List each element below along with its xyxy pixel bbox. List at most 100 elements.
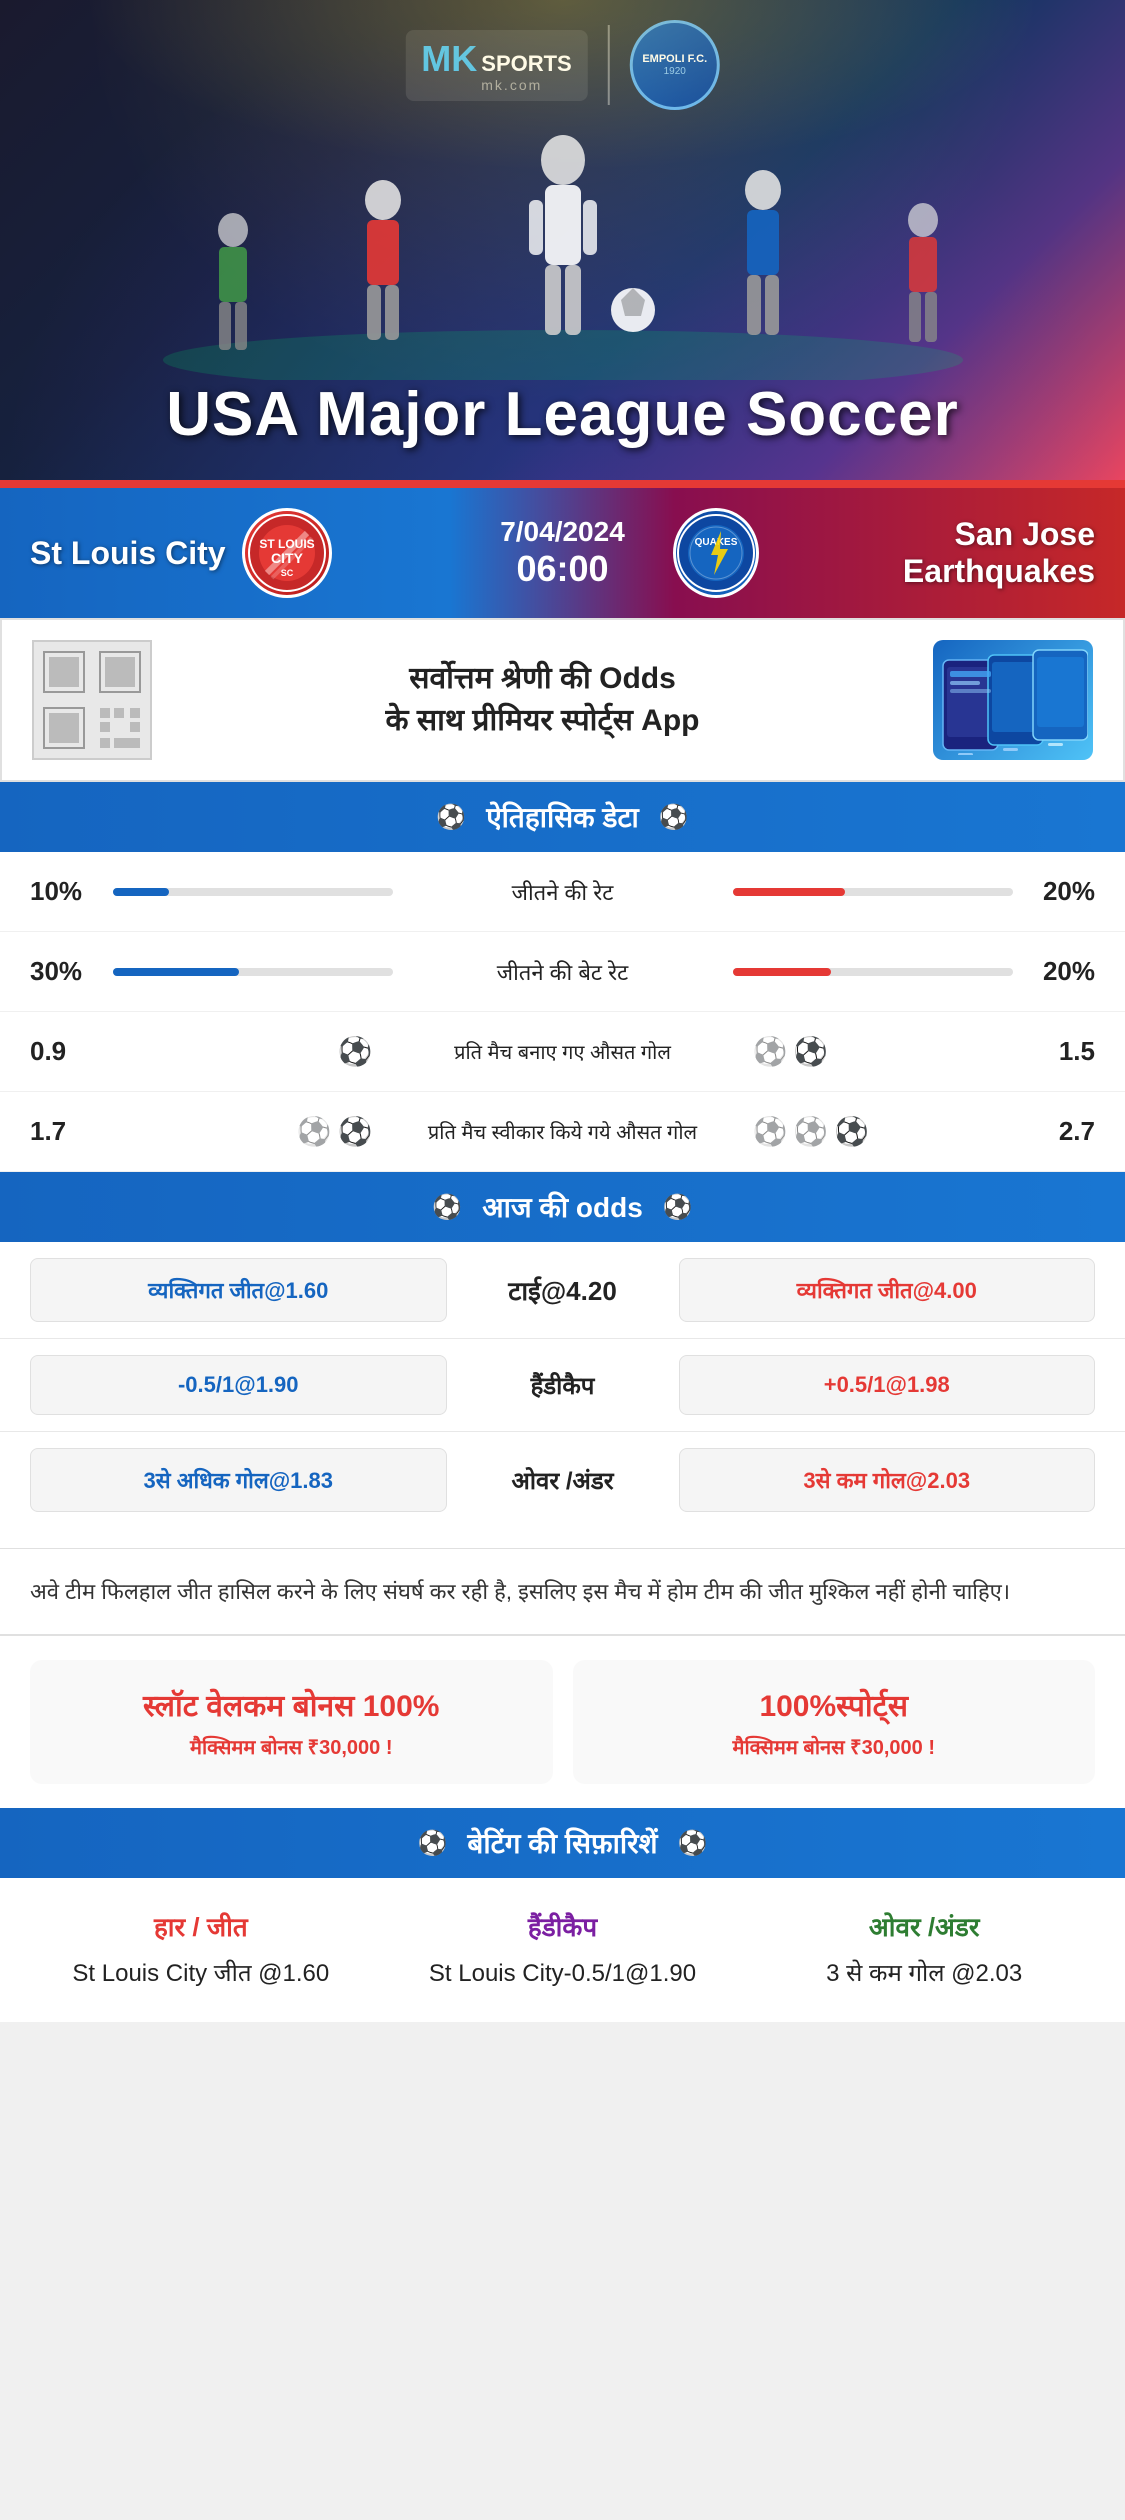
goals-right-conceded: 2.7	[1015, 1116, 1095, 1147]
phones-svg	[938, 645, 1088, 755]
bonus-sports-subtitle: मैक्सिमम बोनस ₹30,000 !	[597, 1733, 1072, 1760]
match-date: 7/04/2024	[473, 516, 653, 548]
stat-bar-right-win	[713, 888, 1016, 896]
ball-icon-r5: ⚽	[834, 1115, 869, 1148]
league-title: USA Major League Soccer	[0, 379, 1125, 450]
stat-bar-right-bet	[713, 968, 1016, 976]
players-decoration	[0, 80, 1125, 380]
betting-ball-right: ⚽	[678, 1829, 708, 1858]
bonus-sports-title: 100%स्पोर्ट्स	[597, 1684, 1072, 1725]
match-info: 7/04/2024 06:00	[453, 516, 673, 590]
ball-icon-l1: ⚽	[297, 1115, 332, 1148]
soccer-ball-right: ⚽	[659, 803, 689, 832]
bonus-card-slots[interactable]: स्लॉट वेलकम बोनस 100% मैक्सिमम बोनस ₹30,…	[30, 1660, 553, 1784]
stat-left-bet: 30%	[30, 956, 110, 987]
betting-recommendations-row: हार / जीत St Louis City जीत @1.60 हैंडीक…	[0, 1878, 1125, 2022]
odds-handicap-left[interactable]: -0.5/1@1.90	[30, 1355, 447, 1415]
bonus-slots-title-text: स्लॉट वेलकम बोनस 100%	[143, 1690, 439, 1723]
bar-track-right-bet	[733, 968, 1013, 976]
odds-ou-label: ओवर /अंडर	[463, 1464, 663, 1497]
stat-label-win: जीतने की रेट	[413, 877, 713, 907]
goals-conceded-label: प्रति मैच स्वीकार किये गये औसत गोल	[393, 1118, 733, 1145]
goals-scored-row: 0.9 ⚽ प्रति मैच बनाए गए औसत गोल ⚽ ⚽ 1.5	[0, 1012, 1125, 1092]
betting-col-ou-value: 3 से कम गोल @2.03	[753, 1956, 1095, 1992]
ball-icon-l2: ⚽	[338, 1115, 373, 1148]
odds-section: ⚽ आज की odds ⚽ व्यक्तिगत जीत@1.60 टाई@4.…	[0, 1172, 1125, 1548]
qr-svg	[34, 642, 150, 758]
bonus-sports-title-text: 100%स्पोर्ट्स	[759, 1690, 908, 1723]
ball-icon-r4: ⚽	[793, 1115, 828, 1148]
betting-col-ou-header: ओवर /अंडर	[753, 1908, 1095, 1944]
hero-banner: MK SPORTS mk.com EMPOLI F.C. 1920	[0, 0, 1125, 480]
bonus-slots-subtitle-text: मैक्सिमम बोनस ₹30,000 !	[190, 1737, 393, 1759]
away-team-name: San Jose Earthquakes	[775, 516, 1096, 590]
odds-row-3[interactable]: 3से अधिक गोल@1.83 ओवर /अंडर 3से कम गोल@2…	[0, 1432, 1125, 1528]
betting-col-handicap-value: St Louis City-0.5/1@1.90	[392, 1956, 734, 1992]
goals-conceded-row: 1.7 ⚽ ⚽ प्रति मैच स्वीकार किये गये औसत ग…	[0, 1092, 1125, 1172]
stat-left-win: 10%	[30, 876, 110, 907]
away-team: QUAKES San Jose Earthquakes	[673, 508, 1096, 598]
odds-row-2[interactable]: -0.5/1@1.90 हैंडीकैप +0.5/1@1.98	[0, 1339, 1125, 1431]
bar-fill-right-win	[733, 888, 845, 896]
historical-section: ⚽ ऐतिहासिक डेटा ⚽ 10% जीतने की रेट 20% 3…	[0, 782, 1125, 1172]
bonus-sports-subtitle-text: मैक्सिमम बोनस ₹30,000 !	[732, 1737, 935, 1759]
stat-row-winrate: 10% जीतने की रेट 20%	[0, 852, 1125, 932]
bar-track-left-win	[113, 888, 393, 896]
odds-tie[interactable]: टाई@4.20	[463, 1272, 663, 1308]
promo-qr-code	[32, 640, 152, 760]
odds-header: ⚽ आज की odds ⚽	[0, 1172, 1125, 1242]
historical-title: ऐतिहासिक डेटा	[486, 798, 639, 836]
bonus-slots-subtitle: मैक्सिमम बोनस ₹30,000 !	[54, 1733, 529, 1760]
promo-text: सर्वोत्तम श्रेणी की Odds के साथ प्रीमियर…	[172, 658, 913, 742]
promo-banner[interactable]: सर्वोत्तम श्रेणी की Odds के साथ प्रीमियर…	[0, 618, 1125, 782]
stat-bar-left-bet	[110, 968, 413, 976]
stat-row-betrate: 30% जीतने की बेट रेट 20%	[0, 932, 1125, 1012]
match-time: 06:00	[473, 548, 653, 590]
stat-label-bet: जीतने की बेट रेट	[413, 957, 713, 987]
ball-icon-r2: ⚽	[793, 1035, 828, 1068]
match-header: St Louis City ST LOUIS CITY SC 7/04/2024…	[0, 488, 1125, 618]
goals-icons-left-scored: ⚽	[110, 1035, 393, 1068]
odds-title: आज की odds	[482, 1188, 643, 1226]
betting-header: ⚽ बेटिंग की सिफ़ारिशें ⚽	[0, 1808, 1125, 1878]
home-team-logo: ST LOUIS CITY SC	[242, 508, 332, 598]
odds-ball-left: ⚽	[432, 1193, 462, 1222]
goals-left-scored: 0.9	[30, 1036, 110, 1067]
hero-content: USA Major League Soccer	[0, 379, 1125, 450]
red-strip	[0, 480, 1125, 488]
betting-col-handicap: हैंडीकैप St Louis City-0.5/1@1.90	[392, 1908, 734, 1992]
odds-ball-right: ⚽	[663, 1193, 693, 1222]
goals-scored-label: प्रति मैच बनाए गए औसत गोल	[393, 1038, 733, 1065]
home-logo-svg: ST LOUIS CITY SC	[247, 513, 327, 593]
description-text: अवे टीम फिलहाल जीत हासिल करने के लिए संघ…	[30, 1573, 1095, 1610]
stat-right-bet: 20%	[1015, 956, 1095, 987]
bonus-section[interactable]: स्लॉट वेलकम बोनस 100% मैक्सिमम बोनस ₹30,…	[0, 1634, 1125, 1808]
odds-row-1[interactable]: व्यक्तिगत जीत@1.60 टाई@4.20 व्यक्तिगत जी…	[0, 1242, 1125, 1338]
promo-phones	[933, 640, 1093, 760]
players-svg	[113, 80, 1013, 380]
goals-icons-right-conceded: ⚽ ⚽ ⚽	[733, 1115, 1016, 1148]
soccer-ball-left: ⚽	[436, 803, 466, 832]
odds-under[interactable]: 3से कम गोल@2.03	[679, 1448, 1096, 1512]
goals-icons-left-conceded: ⚽ ⚽	[110, 1115, 393, 1148]
odds-away-win[interactable]: व्यक्तिगत जीत@4.00	[679, 1258, 1096, 1322]
promo-line2: के साथ प्रीमियर स्पोर्ट्स App	[172, 700, 913, 742]
goals-icons-right-scored: ⚽ ⚽	[733, 1035, 1016, 1068]
home-team: St Louis City ST LOUIS CITY SC	[30, 508, 453, 598]
odds-handicap-right[interactable]: +0.5/1@1.98	[679, 1355, 1096, 1415]
goals-right-scored: 1.5	[1015, 1036, 1095, 1067]
stat-bar-left-win	[110, 888, 413, 896]
betting-section: ⚽ बेटिंग की सिफ़ारिशें ⚽ हार / जीत St Lo…	[0, 1808, 1125, 2022]
home-team-name: St Louis City	[30, 535, 226, 572]
goals-left-conceded: 1.7	[30, 1116, 110, 1147]
betting-col-ou: ओवर /अंडर 3 से कम गोल @2.03	[753, 1908, 1095, 1992]
betting-col-result-header: हार / जीत	[30, 1908, 372, 1944]
ball-icon-1: ⚽	[338, 1035, 373, 1068]
stat-right-win: 20%	[1015, 876, 1095, 907]
odds-home-win[interactable]: व्यक्तिगत जीत@1.60	[30, 1258, 447, 1322]
bonus-card-sports[interactable]: 100%स्पोर्ट्स मैक्सिमम बोनस ₹30,000 !	[573, 1660, 1096, 1784]
odds-over[interactable]: 3से अधिक गोल@1.83	[30, 1448, 447, 1512]
bar-fill-right-bet	[733, 968, 831, 976]
ball-icon-r3: ⚽	[753, 1115, 788, 1148]
bar-fill-left-bet	[113, 968, 239, 976]
